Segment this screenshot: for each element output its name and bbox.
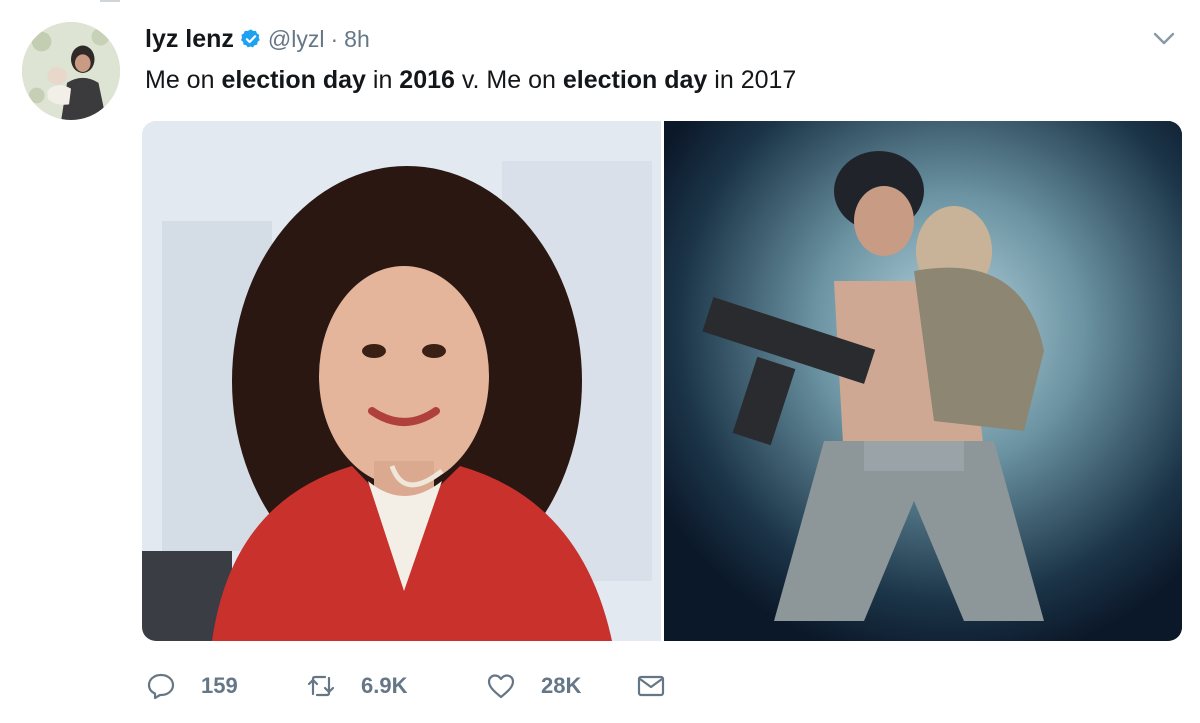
avatar-photo [22, 22, 120, 120]
avatar[interactable] [22, 22, 120, 120]
reply-icon [147, 673, 175, 700]
direct-message-button[interactable] [635, 670, 667, 702]
timestamp[interactable]: 8h [344, 26, 370, 53]
tweet-text-highlight: election day [221, 66, 366, 94]
reply-button[interactable]: 159 [145, 670, 305, 702]
tweet-text-segment: in 2017 [707, 66, 797, 94]
like-button[interactable]: 28K [485, 670, 635, 702]
reply-count: 159 [201, 673, 238, 698]
separator-dot: · [330, 25, 339, 52]
tweet-text-segment: v. Me on [454, 66, 563, 94]
photo-right[interactable] [664, 121, 1182, 641]
action-scene-image [664, 121, 1182, 641]
chevron-down-icon[interactable] [1152, 28, 1176, 48]
like-count: 28K [541, 673, 582, 698]
tweet-actions: 159 6.9K 28K [145, 664, 667, 708]
retweet-icon [307, 675, 335, 697]
woman-red-jacket-image [142, 121, 661, 641]
retweet-count: 6.9K [361, 673, 408, 698]
tweet-media[interactable] [142, 121, 1182, 641]
display-name[interactable]: lyz lenz [145, 25, 234, 54]
retweet-button[interactable]: 6.9K [305, 670, 485, 702]
tweet-text-segment: Me on [145, 66, 222, 94]
tweet-text-highlight: election day [562, 66, 708, 94]
user-handle[interactable]: @lyzl [268, 26, 325, 53]
tweet-header: lyz lenz @lyzl · 8h [145, 24, 370, 54]
heart-icon [487, 674, 515, 699]
envelope-icon [637, 675, 665, 697]
verified-badge-icon [240, 29, 260, 48]
tweet-text-segment: in [365, 66, 400, 94]
photo-left[interactable] [142, 121, 661, 641]
top-divider [100, 0, 120, 2]
tweet-text: Me on election day in 2016 v. Me on elec… [145, 63, 796, 97]
tweet-text-highlight: 2016 [399, 66, 455, 94]
